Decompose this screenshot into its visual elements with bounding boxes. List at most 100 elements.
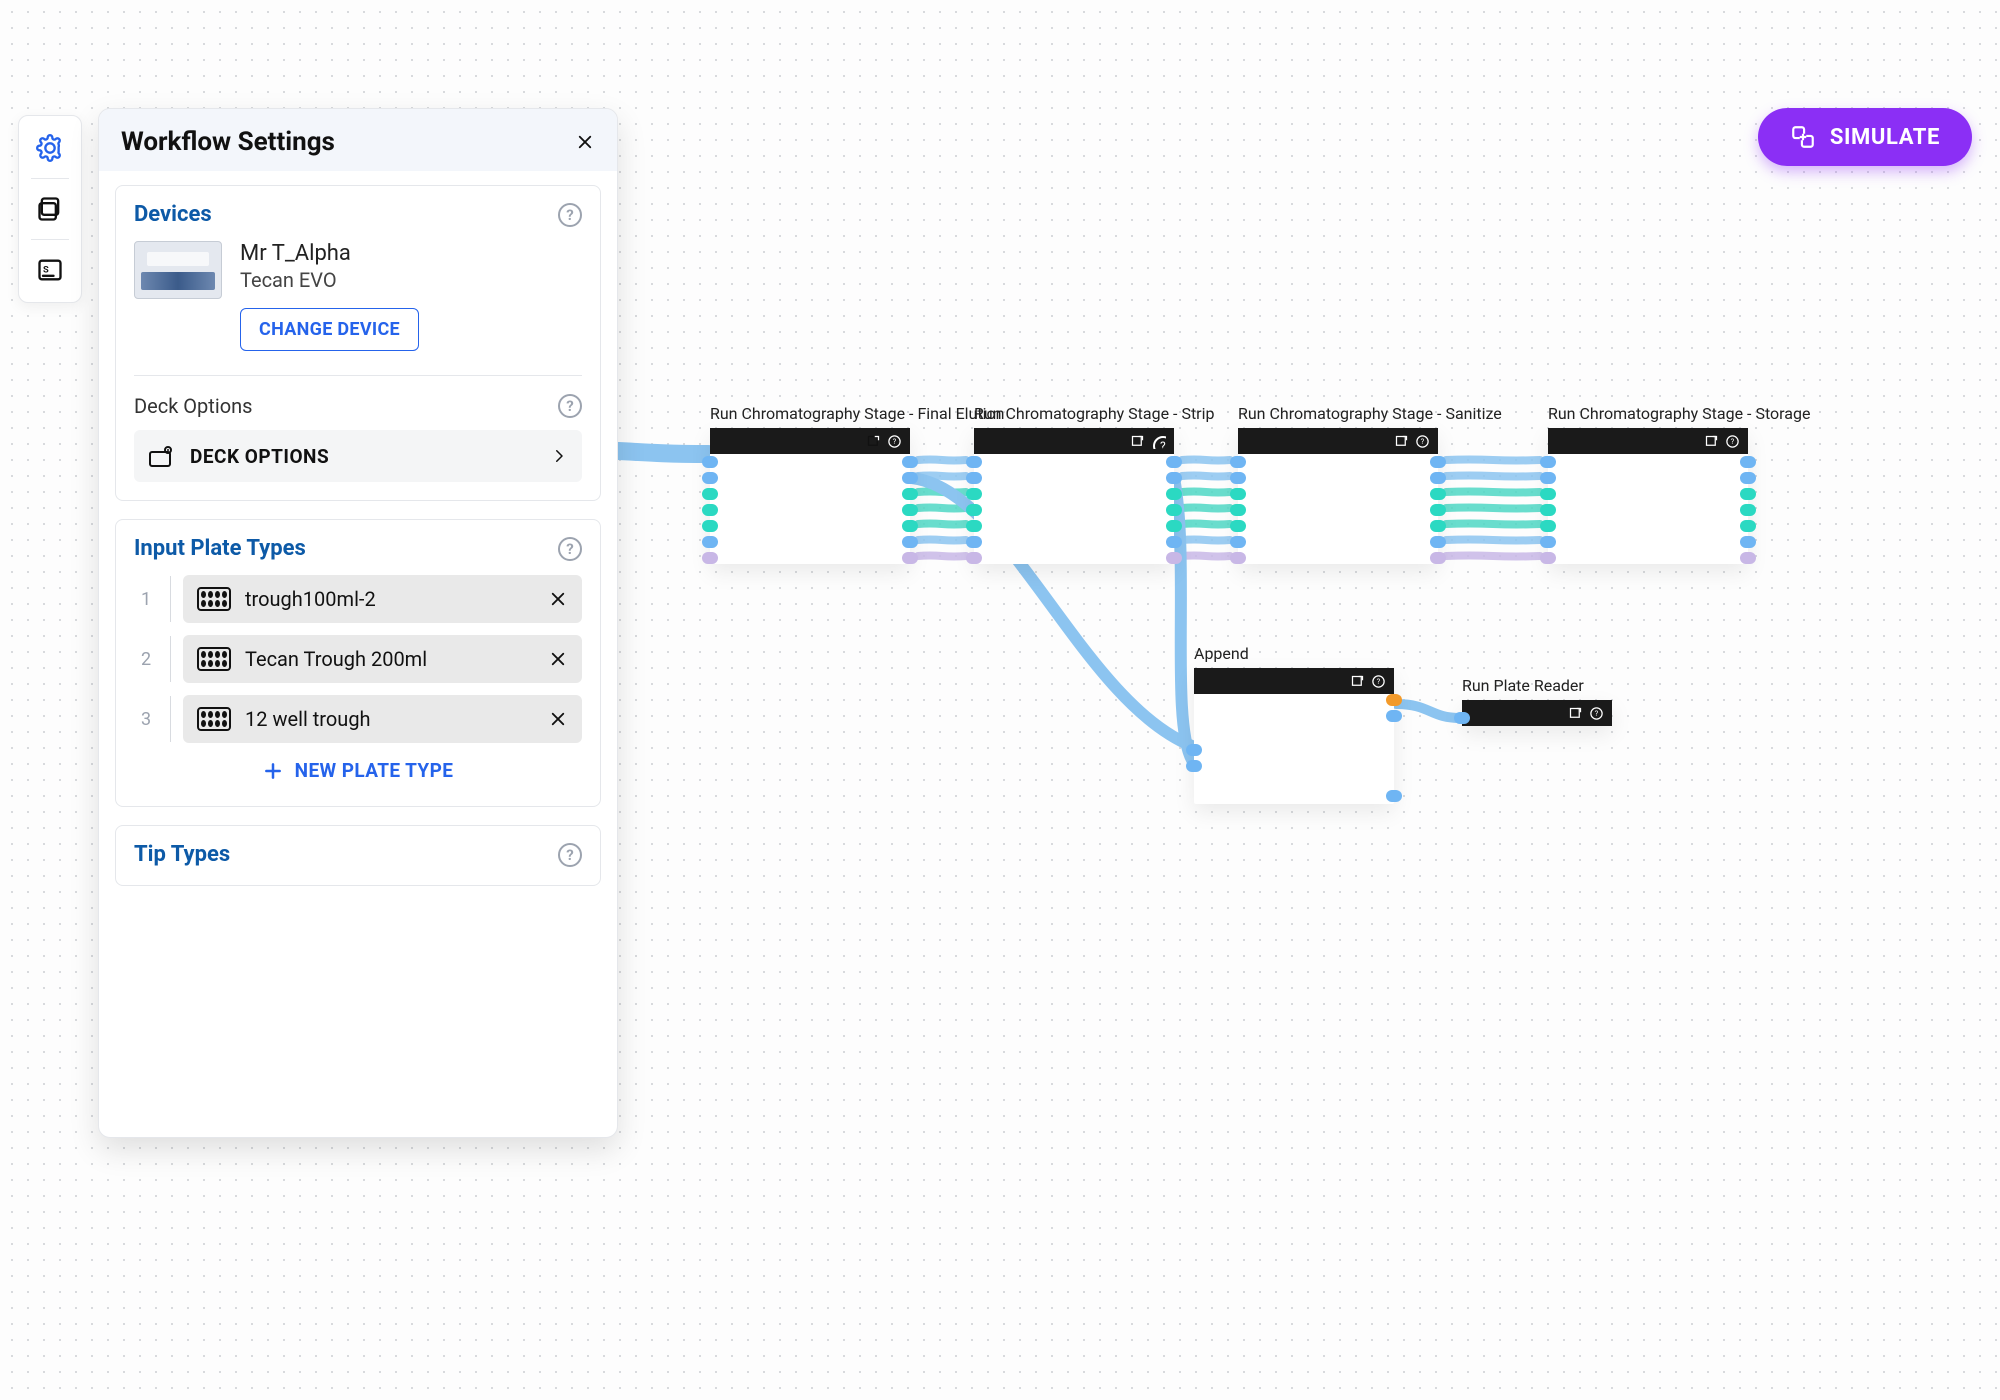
plate-item[interactable]: trough100ml-2 — [183, 575, 582, 623]
left-rail: S — [18, 115, 82, 303]
tip-types-title: Tip Types — [134, 842, 230, 867]
devices-card: Devices ? Mr T_Alpha Tecan EVO CHANGE DE… — [115, 185, 601, 501]
popout-icon[interactable] — [1394, 434, 1409, 449]
deck-help-icon[interactable]: ? — [558, 394, 582, 418]
plate-icon — [197, 707, 231, 731]
device-name: Mr T_Alpha — [240, 241, 419, 266]
input-plates-help-icon[interactable]: ? — [558, 537, 582, 561]
plate-name: trough100ml-2 — [245, 587, 534, 611]
plate-row: 3 12 well trough — [134, 695, 582, 743]
remove-plate-button[interactable] — [548, 649, 568, 669]
node-input-ports — [1540, 456, 1556, 564]
node-input-ports — [1230, 456, 1246, 564]
node-header: ? — [1238, 428, 1438, 454]
node-help-icon[interactable]: ? — [1371, 674, 1386, 689]
plate-item[interactable]: Tecan Trough 200ml — [183, 635, 582, 683]
node-help-icon[interactable]: ? — [887, 434, 902, 449]
popout-icon[interactable] — [1350, 674, 1365, 689]
plate-item[interactable]: 12 well trough — [183, 695, 582, 743]
node-output-ports — [1386, 790, 1402, 802]
plate-row: 2 Tecan Trough 200ml — [134, 635, 582, 683]
rail-settings-icon[interactable] — [28, 126, 72, 170]
plate-index: 1 — [134, 589, 158, 610]
deck-icon — [148, 444, 176, 468]
node-label: Run Chromatography Stage - Final Elution — [710, 404, 970, 423]
node-header: ? — [974, 428, 1174, 454]
change-device-button[interactable]: CHANGE DEVICE — [240, 308, 419, 351]
deck-options-label: Deck Options — [134, 394, 252, 418]
tip-types-card: Tip Types ? — [115, 825, 601, 886]
close-icon — [549, 710, 567, 728]
cards-icon — [36, 195, 64, 223]
close-icon — [576, 133, 594, 151]
node-input-ports — [966, 456, 982, 564]
node-output-ports — [1740, 456, 1756, 564]
node-output-ports — [1430, 456, 1446, 564]
plate-name: Tecan Trough 200ml — [245, 647, 534, 671]
popout-icon[interactable] — [1704, 434, 1719, 449]
popout-icon[interactable] — [1130, 434, 1145, 449]
node-input-ports — [1186, 744, 1202, 772]
close-icon — [549, 590, 567, 608]
node-label: Append — [1194, 644, 1454, 663]
plate-index: 3 — [134, 709, 158, 730]
workflow-node[interactable]: Run Chromatography Stage - Sanitize ? — [1238, 428, 1438, 564]
close-icon — [549, 650, 567, 668]
workflow-node[interactable]: Append ? — [1194, 668, 1394, 804]
node-header: ? — [1194, 668, 1394, 694]
node-help-icon[interactable]: ? — [1725, 434, 1740, 449]
devices-help-icon[interactable]: ? — [558, 203, 582, 227]
node-output-ports — [1386, 694, 1402, 722]
device-thumbnail — [134, 241, 222, 299]
new-plate-type-label: NEW PLATE TYPE — [295, 759, 454, 782]
node-header: ? — [1548, 428, 1748, 454]
workflow-settings-panel: Workflow Settings Devices ? Mr T_Alpha T… — [98, 108, 618, 1138]
rail-divider — [31, 239, 69, 240]
plus-icon — [263, 761, 283, 781]
tip-types-help-icon[interactable]: ? — [558, 843, 582, 867]
devices-title: Devices — [134, 202, 212, 227]
plate-icon — [197, 647, 231, 671]
popout-icon[interactable] — [866, 434, 881, 449]
new-plate-type-button[interactable]: NEW PLATE TYPE — [134, 743, 582, 788]
divider — [170, 576, 171, 622]
deck-options-button[interactable]: DECK OPTIONS — [134, 430, 582, 482]
rail-divider — [31, 178, 69, 179]
device-row: Mr T_Alpha Tecan EVO CHANGE DEVICE — [134, 241, 582, 351]
input-plate-types-card: Input Plate Types ? 1 trough100ml-2 2 Te… — [115, 519, 601, 807]
node-help-icon[interactable]: ? — [1589, 706, 1604, 721]
popout-icon[interactable] — [1568, 706, 1583, 721]
node-output-ports — [1166, 456, 1182, 564]
device-model: Tecan EVO — [240, 268, 419, 292]
node-help-icon[interactable]: ? — [1415, 434, 1430, 449]
workflow-node[interactable]: Run Plate Reader ? — [1462, 700, 1612, 726]
node-header: ? — [710, 428, 910, 454]
svg-text:?: ? — [1731, 437, 1735, 446]
workflow-node[interactable]: Run Chromatography Stage - Storage ? — [1548, 428, 1748, 564]
node-label: Run Chromatography Stage - Strip — [974, 404, 1234, 423]
workflow-node[interactable]: Run Chromatography Stage - Strip ? — [974, 428, 1174, 564]
node-input-ports — [1454, 712, 1470, 724]
gear-icon — [36, 134, 64, 162]
node-label: Run Chromatography Stage - Sanitize — [1238, 404, 1498, 423]
remove-plate-button[interactable] — [548, 589, 568, 609]
simulate-label: SIMULATE — [1830, 125, 1940, 150]
simulate-icon — [1790, 124, 1816, 150]
node-label: Run Plate Reader — [1462, 676, 1672, 695]
plate-index: 2 — [134, 649, 158, 670]
close-panel-button[interactable] — [575, 132, 595, 152]
node-header: ? — [1462, 700, 1612, 726]
workflow-node[interactable]: Run Chromatography Stage - Final Elution… — [710, 428, 910, 564]
panel-body: Devices ? Mr T_Alpha Tecan EVO CHANGE DE… — [99, 171, 617, 1137]
remove-plate-button[interactable] — [548, 709, 568, 729]
node-input-ports — [702, 456, 718, 564]
rail-workflow-icon[interactable] — [28, 187, 72, 231]
rail-forms-icon[interactable]: S — [28, 248, 72, 292]
simulate-button[interactable]: SIMULATE — [1758, 108, 1972, 166]
node-output-ports — [902, 456, 918, 564]
svg-text:?: ? — [1160, 439, 1166, 449]
svg-text:?: ? — [1377, 677, 1381, 686]
node-help-icon[interactable]: ? — [1151, 434, 1166, 449]
chevron-right-icon — [550, 447, 568, 465]
plate-icon — [197, 587, 231, 611]
